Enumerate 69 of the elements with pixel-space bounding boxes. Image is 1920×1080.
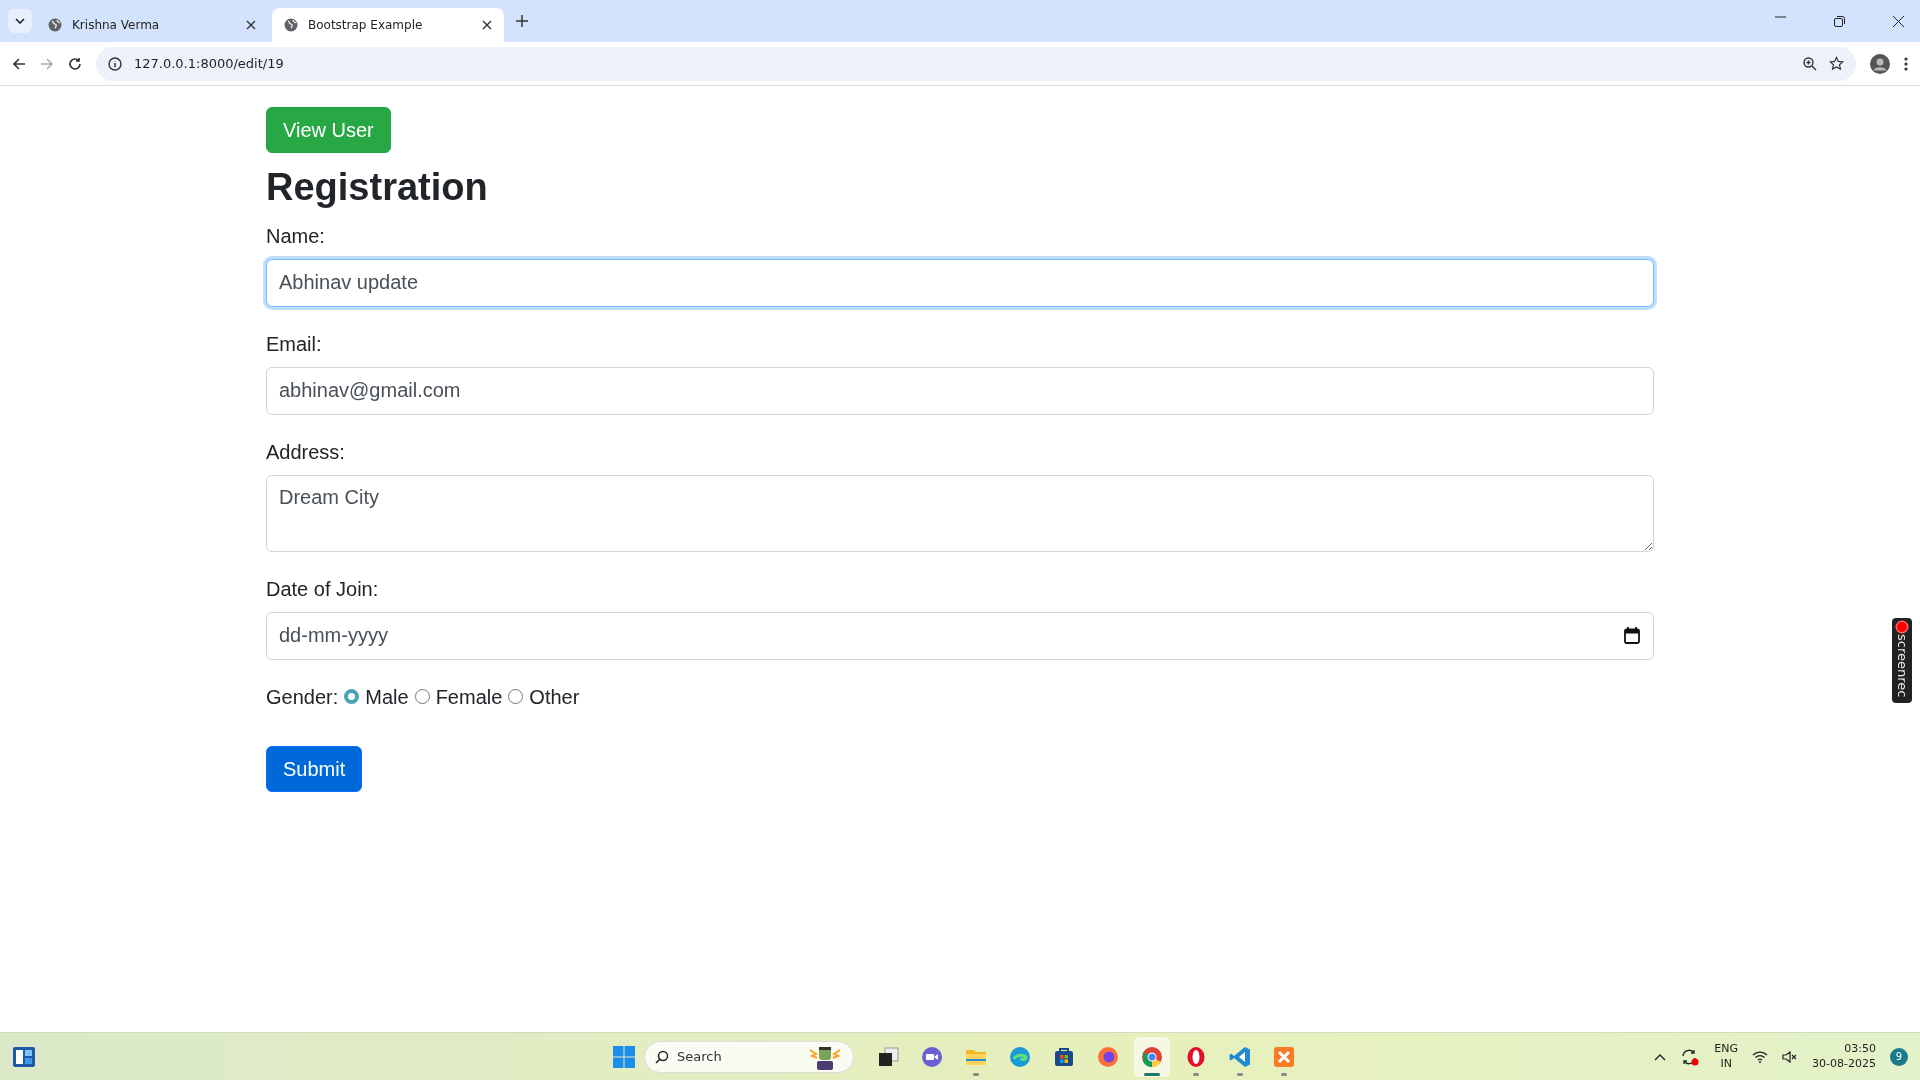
radio-label[interactable]: Male (365, 681, 409, 712)
reload-icon[interactable] (68, 56, 82, 71)
taskbar-search-field[interactable]: Search (644, 1040, 854, 1073)
restore-icon[interactable] (1834, 15, 1845, 27)
gender-label: Gender: (266, 684, 339, 710)
video-chat-icon (920, 1044, 944, 1069)
running-indicator (1144, 1072, 1160, 1076)
region-text[interactable]: IN (1720, 1056, 1732, 1072)
radio-label[interactable]: Female (435, 681, 503, 712)
sync-icon[interactable] (1680, 1047, 1701, 1066)
textarea-field[interactable]: Dream City (266, 474, 1654, 552)
minimize-icon[interactable] (1775, 15, 1786, 18)
tab-title: Krishna Verma (72, 17, 161, 34)
field-label: Date of Join: (266, 576, 380, 602)
date-field[interactable]: dd-mm-yyyy (266, 611, 1654, 660)
widgets-icon[interactable] (12, 1045, 36, 1068)
globe-icon (284, 18, 298, 32)
chevron-down-icon (15, 18, 25, 24)
menu-icon[interactable] (1904, 56, 1908, 71)
field-label: Address: (266, 439, 346, 465)
radio-button[interactable] (508, 689, 524, 705)
close-icon[interactable] (1893, 15, 1904, 27)
chevron-up-icon[interactable] (1654, 1052, 1667, 1061)
radio-button[interactable] (414, 689, 430, 705)
profile-avatar-icon[interactable] (1870, 53, 1890, 74)
wifi-icon[interactable] (1752, 1050, 1769, 1063)
field-label: Name: (266, 223, 326, 249)
code-editor-icon (1228, 1044, 1252, 1069)
running-indicator (973, 1072, 979, 1076)
radio-button[interactable] (344, 689, 360, 705)
running-indicator (1237, 1072, 1243, 1076)
star-icon[interactable] (1829, 56, 1844, 71)
globe-icon (48, 18, 62, 32)
cross-logo-icon (1272, 1044, 1296, 1069)
address-bar[interactable]: 127.0.0.1:8000/edit/19 (96, 46, 1856, 81)
start-icon[interactable] (612, 1044, 636, 1069)
page-heading: Registration (266, 165, 489, 210)
search-icon (655, 1049, 669, 1064)
language-text[interactable]: ENG (1714, 1041, 1739, 1057)
field-label: Email: (266, 331, 323, 357)
input-field[interactable]: abhinav@gmail.com (266, 366, 1654, 415)
chrome-logo-icon (1140, 1044, 1164, 1069)
url-text: 127.0.0.1:8000/edit/19 (134, 54, 285, 73)
calendar-icon[interactable] (1624, 626, 1640, 644)
running-indicator (1193, 1072, 1199, 1076)
new-tab-icon[interactable] (516, 15, 528, 27)
tab-search-button[interactable] (8, 9, 32, 33)
window-stack-icon (876, 1044, 900, 1069)
speaker-muted-icon[interactable] (1782, 1050, 1799, 1063)
zoom-in-icon[interactable] (1803, 56, 1817, 71)
close-icon[interactable] (246, 20, 256, 30)
tab-title: Bootstrap Example (308, 17, 424, 34)
input-field[interactable]: Abhinav update (266, 258, 1654, 307)
clock-time[interactable]: 03:50 (1844, 1041, 1876, 1057)
notification-badge[interactable]: 9 (1890, 1047, 1908, 1066)
record-dot-icon (1897, 622, 1907, 632)
recorder-widget[interactable]: screenrec (1892, 618, 1912, 704)
fox-globe-icon (1096, 1044, 1120, 1069)
recorder-label: screenrec (1895, 634, 1909, 698)
radio-label[interactable]: Other (529, 681, 580, 712)
submit-button[interactable]: Submit (266, 745, 363, 792)
wave-logo-icon (1008, 1044, 1032, 1069)
close-icon[interactable] (482, 20, 492, 30)
browser-tab[interactable]: Bootstrap Example (272, 8, 504, 42)
back-arrow-icon[interactable] (12, 56, 26, 71)
info-icon[interactable] (108, 56, 122, 71)
browser-tab[interactable]: Krishna Verma (36, 8, 268, 42)
clock-date[interactable]: 30-08-2025 (1812, 1056, 1876, 1072)
running-indicator (1281, 1072, 1287, 1076)
